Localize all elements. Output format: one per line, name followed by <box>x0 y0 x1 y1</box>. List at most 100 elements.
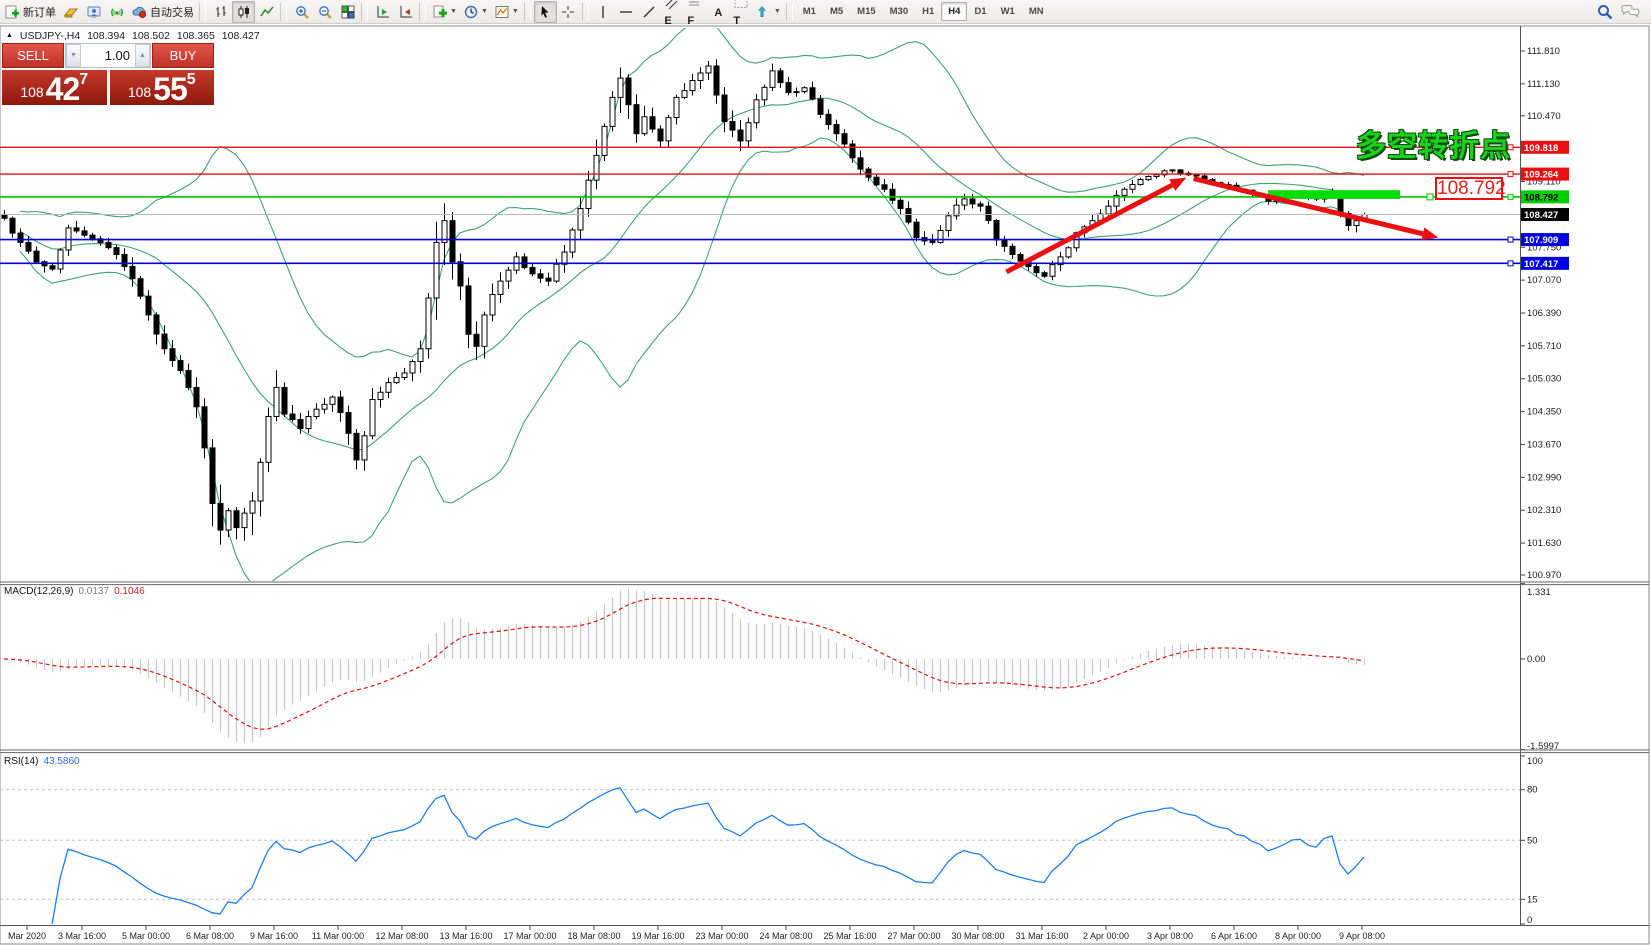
vertical-line-button[interactable] <box>592 1 615 23</box>
toolbar-separator <box>199 3 206 21</box>
buy-price[interactable]: 108 55 5 <box>110 70 215 105</box>
trendline-icon <box>641 4 657 20</box>
volume-increase-button[interactable]: ▲ <box>135 44 150 67</box>
chevron-down-icon[interactable]: ▼ <box>512 8 519 15</box>
autotrade-button[interactable]: 自动交易 <box>128 1 197 23</box>
book-icon <box>63 4 79 20</box>
zoom-in-icon <box>294 4 310 20</box>
new-order-icon <box>4 4 20 20</box>
mt4-window: 111.810111.130110.470109.110107.750107.0… <box>0 0 1651 945</box>
periods-button[interactable]: ▼ <box>460 1 491 23</box>
search-button[interactable] <box>1593 1 1617 23</box>
cursor-button[interactable] <box>534 1 557 23</box>
new-order-button[interactable]: 新订单 <box>1 1 59 23</box>
price-callout-box[interactable]: 108.792 <box>1435 177 1503 200</box>
zoom-out-button[interactable] <box>313 1 336 23</box>
sell-button[interactable]: SELL <box>2 43 64 68</box>
chevron-down-icon[interactable]: ▼ <box>450 8 457 15</box>
svg-text:9 Mar 16:00: 9 Mar 16:00 <box>250 931 298 941</box>
macd-value-signal: 0.1046 <box>114 586 145 597</box>
signal-button[interactable] <box>105 1 128 23</box>
svg-text:107.909: 107.909 <box>1524 235 1558 246</box>
collapse-triangle-icon[interactable]: ▲ <box>6 32 13 39</box>
svg-text:111.810: 111.810 <box>1527 46 1560 57</box>
one-click-trading-panel: SELL ▼ 1.00 ▲ BUY 108 42 7 108 55 5 <box>2 43 214 105</box>
timeframe-mn-button[interactable]: MN <box>1022 2 1051 21</box>
candlestick-button[interactable] <box>232 1 255 23</box>
svg-text:101.630: 101.630 <box>1527 538 1561 549</box>
toolbar-separator <box>582 3 589 21</box>
zoom-in-button[interactable] <box>290 1 313 23</box>
timeframe-m1-button[interactable]: M1 <box>796 2 823 21</box>
timeframe-m30-button[interactable]: M30 <box>883 2 915 21</box>
svg-text:23 Mar 00:00: 23 Mar 00:00 <box>695 931 748 941</box>
indicators-button[interactable]: ▼ <box>429 1 460 23</box>
timeframe-h1-button[interactable]: H1 <box>915 2 941 21</box>
sell-price[interactable]: 108 42 7 <box>2 70 107 105</box>
text-button[interactable]: A <box>707 1 730 23</box>
svg-text:0.00: 0.00 <box>1527 654 1546 665</box>
chat-button[interactable] <box>1617 1 1643 23</box>
templates-button[interactable]: ▼ <box>491 1 522 23</box>
autoscroll-button[interactable] <box>371 1 394 23</box>
timeframe-w1-button[interactable]: W1 <box>994 2 1022 21</box>
svg-text:103.670: 103.670 <box>1527 439 1561 450</box>
svg-text:31 Mar 16:00: 31 Mar 16:00 <box>1015 931 1068 941</box>
crosshair-button[interactable] <box>557 1 580 23</box>
bar-chart-icon <box>213 4 229 20</box>
autotrade-icon <box>131 4 147 20</box>
svg-text:105.710: 105.710 <box>1527 341 1561 352</box>
channel-button[interactable]: E <box>661 1 684 23</box>
tile-windows-icon <box>340 4 356 20</box>
svg-text:111.130: 111.130 <box>1527 79 1560 90</box>
chart-shift-button[interactable] <box>394 1 417 23</box>
level-line-anchor <box>1508 237 1513 242</box>
search-icon <box>1596 3 1614 21</box>
svg-text:0: 0 <box>1527 915 1532 926</box>
chevron-down-icon[interactable]: ▼ <box>774 8 781 15</box>
svg-text:9 Apr 08:00: 9 Apr 08:00 <box>1339 931 1385 941</box>
toolbar-separator <box>280 3 287 21</box>
svg-text:12 Mar 08:00: 12 Mar 08:00 <box>375 931 428 941</box>
bar-chart-button[interactable] <box>209 1 232 23</box>
macd-value-main: 0.0137 <box>78 586 109 597</box>
volume-input[interactable]: 1.00 <box>81 44 135 67</box>
timeframe-m15-button[interactable]: M15 <box>850 2 882 21</box>
chevron-down-icon[interactable]: ▼ <box>481 8 488 15</box>
autoscroll-icon <box>375 4 391 20</box>
svg-text:13 Mar 16:00: 13 Mar 16:00 <box>439 931 492 941</box>
timeframe-d1-button[interactable]: D1 <box>967 2 993 21</box>
ohlc-low: 108.365 <box>177 30 215 42</box>
svg-text:18 Mar 08:00: 18 Mar 08:00 <box>567 931 620 941</box>
chart-annotation-text[interactable]: 多空转折点 <box>1356 121 1511 165</box>
svg-text:100.970: 100.970 <box>1527 570 1561 581</box>
rsi-value: 43.5860 <box>43 756 79 767</box>
highlight-bar[interactable] <box>1268 190 1400 199</box>
svg-text:107.070: 107.070 <box>1527 275 1561 286</box>
volume-decrease-button[interactable]: ▼ <box>66 44 81 67</box>
label-button[interactable]: T <box>730 1 753 23</box>
fibonacci-button[interactable]: F <box>684 1 707 23</box>
chat-icon <box>1620 3 1640 21</box>
horizontal-line-button[interactable] <box>615 1 638 23</box>
timeframe-h4-button[interactable]: H4 <box>941 2 967 21</box>
toolbar-separator <box>786 3 793 21</box>
timeframe-m5-button[interactable]: M5 <box>823 2 850 21</box>
svg-text:105.030: 105.030 <box>1527 374 1561 385</box>
ohlc-open: 108.394 <box>87 30 125 42</box>
text-icon: A <box>714 3 722 21</box>
shapes-button[interactable]: ▼ <box>753 1 784 23</box>
svg-text:17 Mar 00:00: 17 Mar 00:00 <box>503 931 556 941</box>
book-button[interactable] <box>59 1 82 23</box>
profile-button[interactable] <box>82 1 105 23</box>
svg-text:80: 80 <box>1527 785 1538 796</box>
svg-text:108.792: 108.792 <box>1524 192 1558 203</box>
fibonacci-icon: F <box>687 0 703 29</box>
buy-button[interactable]: BUY <box>152 43 214 68</box>
zoom-out-icon <box>317 4 333 20</box>
level-line-anchor <box>1508 194 1513 199</box>
trendline-button[interactable] <box>638 1 661 23</box>
tile-windows-button[interactable] <box>336 1 359 23</box>
line-chart-button[interactable] <box>255 1 278 23</box>
svg-text:110.470: 110.470 <box>1527 111 1561 122</box>
